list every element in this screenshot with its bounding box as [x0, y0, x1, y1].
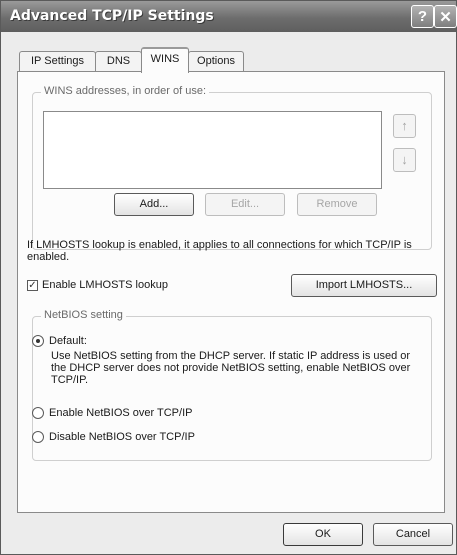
lmhosts-info-text: If LMHOSTS lookup is enabled, it applies…: [27, 239, 412, 263]
import-lmhosts-button[interactable]: Import LMHOSTS...: [291, 274, 437, 297]
default-description: Use NetBIOS setting from the DHCP server…: [51, 350, 411, 386]
wins-addresses-group-title: WINS addresses, in order of use:: [41, 85, 210, 97]
disable-netbios-radio[interactable]: [32, 431, 44, 443]
move-up-button[interactable]: ↑: [393, 114, 416, 138]
enable-netbios-radio[interactable]: [32, 407, 44, 419]
cancel-button[interactable]: Cancel: [373, 523, 453, 546]
move-down-button[interactable]: ↓: [393, 148, 416, 172]
advanced-tcpip-dialog: Advanced TCP/IP Settings ? ✕ IP Settings…: [0, 0, 457, 555]
tab-wins[interactable]: WINS: [141, 47, 189, 73]
disable-netbios-label[interactable]: Disable NetBIOS over TCP/IP: [49, 431, 195, 443]
help-button[interactable]: ?: [411, 5, 434, 28]
enable-netbios-label[interactable]: Enable NetBIOS over TCP/IP: [49, 407, 192, 419]
radio-selected-dot: [36, 339, 40, 343]
tab-ip-settings[interactable]: IP Settings: [19, 51, 96, 71]
title-bar[interactable]: Advanced TCP/IP Settings ? ✕: [1, 1, 457, 32]
enable-lmhosts-checkbox[interactable]: ✓: [27, 280, 38, 291]
close-button[interactable]: ✕: [434, 5, 457, 28]
ok-button[interactable]: OK: [283, 523, 363, 546]
tab-options[interactable]: Options: [188, 51, 244, 71]
default-radio-label[interactable]: Default:: [49, 335, 87, 347]
remove-button[interactable]: Remove: [297, 193, 377, 216]
help-icon: ?: [417, 8, 428, 25]
close-icon: ✕: [439, 8, 452, 26]
arrow-up-icon: ↑: [401, 118, 408, 133]
default-radio[interactable]: [32, 335, 44, 347]
edit-button[interactable]: Edit...: [205, 193, 285, 216]
checkmark-icon: ✓: [28, 280, 37, 291]
window-title: Advanced TCP/IP Settings: [10, 8, 214, 24]
enable-lmhosts-label[interactable]: Enable LMHOSTS lookup: [42, 279, 168, 291]
wins-tab-panel: WINS addresses, in order of use: ↑ ↓ Add…: [17, 71, 445, 513]
netbios-group-title: NetBIOS setting: [41, 309, 126, 321]
wins-address-list[interactable]: [43, 111, 382, 189]
add-button[interactable]: Add...: [114, 193, 194, 216]
tab-dns[interactable]: DNS: [95, 51, 142, 71]
arrow-down-icon: ↓: [401, 152, 408, 167]
